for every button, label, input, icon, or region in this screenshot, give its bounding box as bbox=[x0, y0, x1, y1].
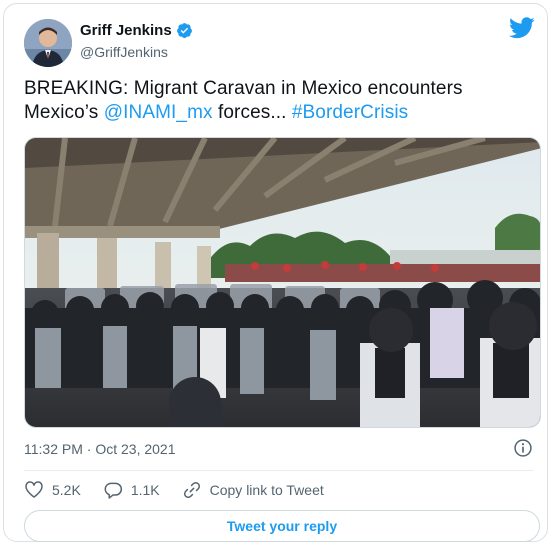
tweet-card: Griff Jenkins @GriffJenkins BREAKING: Mi… bbox=[3, 3, 548, 542]
verified-badge-icon bbox=[176, 23, 192, 39]
tweet-text: BREAKING: Migrant Caravan in Mexico enco… bbox=[24, 77, 529, 125]
author-name-row[interactable]: Griff Jenkins bbox=[80, 22, 193, 39]
tweet-your-reply-button[interactable]: Tweet your reply bbox=[24, 510, 540, 542]
hashtag-link[interactable]: #BorderCrisis bbox=[292, 102, 408, 123]
tweet-timestamp[interactable]: 11:32 PM · Oct 23, 2021 bbox=[24, 441, 176, 457]
info-icon[interactable] bbox=[513, 438, 533, 458]
copy-link-label: Copy link to Tweet bbox=[209, 482, 324, 498]
tweet-actions: 5.2K 1.1K Copy link to Tweet bbox=[24, 480, 346, 500]
like-button[interactable]: 5.2K bbox=[24, 480, 81, 500]
heart-icon bbox=[25, 481, 43, 498]
mention-link[interactable]: @INAMI_mx bbox=[104, 102, 213, 123]
reply-bubble-icon bbox=[104, 482, 122, 499]
link-icon bbox=[183, 481, 200, 499]
reply-count: 1.1K bbox=[130, 482, 160, 498]
author-display-name[interactable]: Griff Jenkins bbox=[80, 22, 172, 39]
tweet-video[interactable] bbox=[24, 137, 541, 428]
like-count: 5.2K bbox=[52, 482, 81, 498]
avatar-image bbox=[24, 19, 72, 67]
author-handle[interactable]: @GriffJenkins bbox=[80, 44, 168, 60]
video-frame bbox=[25, 138, 540, 427]
reply-action-button[interactable]: 1.1K bbox=[103, 480, 160, 500]
copy-link-button[interactable]: Copy link to Tweet bbox=[182, 480, 324, 500]
divider bbox=[24, 470, 533, 471]
avatar[interactable] bbox=[24, 19, 72, 67]
twitter-bird-icon[interactable] bbox=[509, 17, 535, 39]
tweet-text-middle: forces... bbox=[212, 102, 292, 123]
